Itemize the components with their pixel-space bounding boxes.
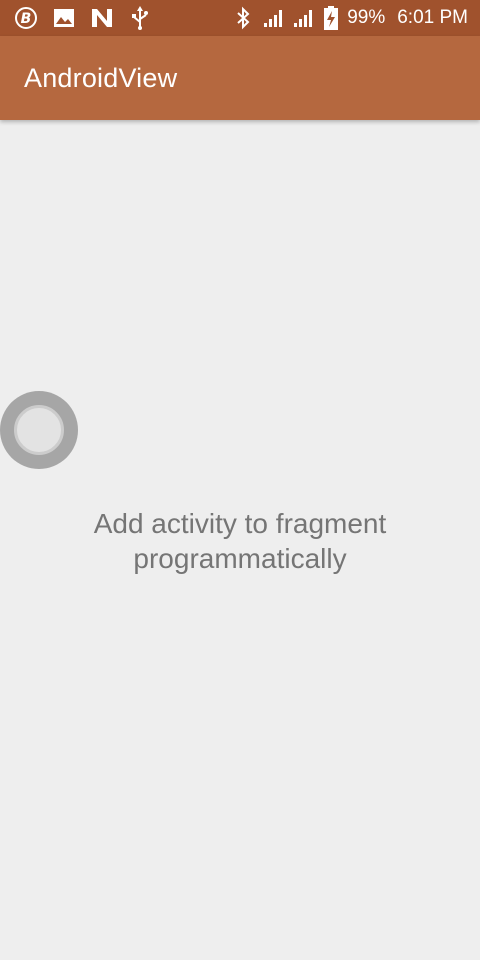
battery-icon (323, 6, 339, 30)
bluetooth-icon (231, 6, 255, 30)
b-badge-icon: B (14, 6, 38, 30)
main-content: Add activity to fragment programmaticall… (0, 120, 480, 960)
usb-icon (128, 6, 152, 30)
message-line-1: Add activity to fragment (93, 508, 387, 539)
image-icon (52, 6, 76, 30)
signal-icon (263, 6, 285, 30)
app-bar: AndroidView (0, 36, 480, 120)
battery-percentage: 99% (347, 7, 386, 28)
status-right-icons: 99% 6:01 PM (231, 6, 468, 30)
signal-icon (293, 6, 315, 30)
message-line-2: programmatically (133, 543, 347, 574)
message-text: Add activity to fragment programmaticall… (0, 506, 480, 576)
floating-circle-button[interactable] (0, 391, 78, 469)
n-icon (90, 6, 114, 30)
app-title: AndroidView (24, 62, 178, 93)
circle-inner (14, 405, 64, 455)
clock: 6:01 PM (397, 7, 468, 28)
status-left-icons: B (14, 6, 152, 30)
svg-text:B: B (21, 11, 32, 27)
status-bar: B 99% 6:01 PM (0, 0, 480, 36)
